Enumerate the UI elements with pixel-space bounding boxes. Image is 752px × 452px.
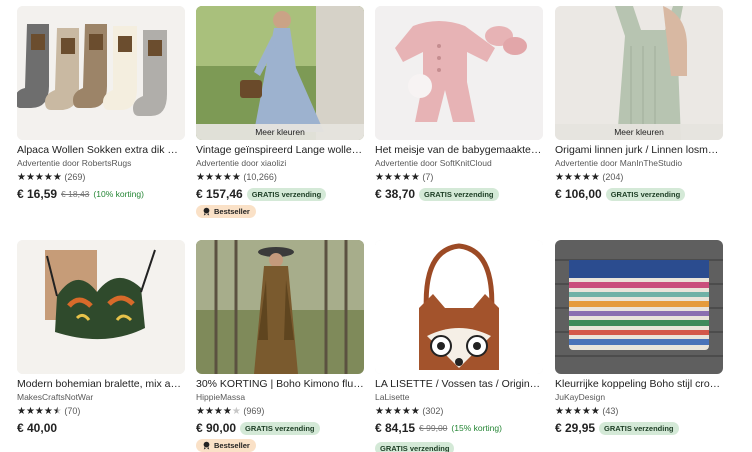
original-price: € 18,43 <box>61 189 90 199</box>
listing-title[interactable]: Modern bohemian bralette, mix and match <box>17 378 185 391</box>
rating: ★★★★★ (302) <box>375 405 543 418</box>
rating: ★★★★★ (70) <box>17 405 185 418</box>
rating-count: (204) <box>602 172 624 182</box>
listing-seller: Advertentie door ManInTheStudio <box>555 158 683 168</box>
rating: ★★★★★ (969) <box>196 405 364 418</box>
listing-title[interactable]: Het meisje van de babygemaakte outfit <box>375 144 543 157</box>
rating: ★★★★★ (269) <box>17 171 185 184</box>
listing-title[interactable]: Kleurrijke koppeling Boho stijl crossbod… <box>555 378 723 391</box>
product-image[interactable] <box>17 240 185 374</box>
star-rating-icon: ★★★★★ <box>17 172 62 183</box>
free-shipping-badge: GRATIS verzending <box>375 442 455 452</box>
star-rating-icon: ★★★★★ <box>555 406 600 417</box>
price: € 90,00 <box>196 421 237 435</box>
listing-card[interactable]: Meer kleuren Vintage geïnspireerd Lange … <box>196 6 364 221</box>
star-rating-icon: ★★★★★ <box>17 406 62 417</box>
rating-count: (7) <box>422 172 434 182</box>
listing-seller: Advertentie door RobertsRugs <box>17 158 132 168</box>
rating-count: (70) <box>64 406 81 416</box>
star-rating-icon: ★★★★★ <box>196 406 241 417</box>
product-image[interactable]: Meer kleuren <box>196 6 364 140</box>
rating-count: (969) <box>243 406 265 416</box>
free-shipping-badge: GRATIS verzending <box>246 187 327 201</box>
listing-card[interactable]: LA LISETTE / Vossen tas / Origineel ontw… <box>375 240 543 452</box>
free-shipping-badge: GRATIS verzending <box>240 421 320 435</box>
listing-title[interactable]: Vintage geïnspireerd Lange wollen jurk <box>196 144 364 157</box>
listing-card[interactable]: Modern bohemian bralette, mix and match … <box>17 240 185 435</box>
listing-card[interactable]: Het meisje van de babygemaakte outfit Ad… <box>375 6 543 201</box>
star-rating-icon: ★★★★★ <box>375 406 420 417</box>
product-image[interactable] <box>555 240 723 374</box>
rating: ★★★★★ (7) <box>375 171 543 184</box>
medal-icon <box>203 207 210 216</box>
discount-label: (15% korting) <box>451 423 502 433</box>
bestseller-badge: Bestseller <box>196 205 256 218</box>
bestseller-badge: Bestseller <box>196 439 256 452</box>
medal-icon <box>203 441 210 450</box>
rating-count: (269) <box>64 172 86 182</box>
star-rating-icon: ★★★★★ <box>375 172 420 183</box>
product-image[interactable]: Meer kleuren <box>555 6 723 140</box>
more-colors-label: Meer kleuren <box>555 124 723 140</box>
rating-count: (43) <box>602 406 619 416</box>
bestseller-label: Bestseller <box>214 441 250 450</box>
listing-card[interactable]: Meer kleuren Origami linnen jurk / Linne… <box>555 6 723 201</box>
listing-seller: Advertentie door SoftKnitCloud <box>375 158 492 168</box>
original-price: € 99,00 <box>419 423 448 433</box>
star-rating-icon: ★★★★★ <box>196 172 241 183</box>
product-image[interactable] <box>375 6 543 140</box>
listing-title[interactable]: 30% KORTING | Boho Kimono fluwelen lang <box>196 378 364 391</box>
price: € 106,00 <box>555 187 602 201</box>
listing-seller: Advertentie door xiaolizi <box>196 158 287 168</box>
price: € 38,70 <box>375 187 416 201</box>
rating: ★★★★★ (10,266) <box>196 171 364 184</box>
rating-count: (302) <box>422 406 444 416</box>
listing-title[interactable]: Origami linnen jurk / Linnen losmodel ju… <box>555 144 723 157</box>
free-shipping-badge: GRATIS verzending <box>599 421 679 435</box>
product-image[interactable] <box>17 6 185 140</box>
product-image[interactable] <box>196 240 364 374</box>
product-image[interactable] <box>375 240 543 374</box>
price: € 40,00 <box>17 421 58 435</box>
rating-count: (10,266) <box>243 172 277 182</box>
star-rating-icon: ★★★★★ <box>555 172 600 183</box>
rating: ★★★★★ (204) <box>555 171 723 184</box>
listing-card[interactable]: Kleurrijke koppeling Boho stijl crossbod… <box>555 240 723 435</box>
listing-card[interactable]: 30% KORTING | Boho Kimono fluwelen lang … <box>196 240 364 452</box>
price: € 16,59 <box>17 187 58 201</box>
bestseller-label: Bestseller <box>214 207 250 216</box>
listing-seller: JuKayDesign <box>555 392 606 402</box>
listing-seller: HippieMassa <box>196 392 246 402</box>
rating: ★★★★★ (43) <box>555 405 723 418</box>
listing-title[interactable]: LA LISETTE / Vossen tas / Origineel ontw… <box>375 378 543 391</box>
discount-label: (10% korting) <box>93 189 144 199</box>
listing-card[interactable]: Alpaca Wollen Sokken extra dik warm - Ha… <box>17 6 185 201</box>
listing-seller: MakesCraftsNotWar <box>17 392 94 402</box>
price: € 84,15 <box>375 421 416 435</box>
listing-title[interactable]: Alpaca Wollen Sokken extra dik warm - Ha… <box>17 144 185 157</box>
free-shipping-badge: GRATIS verzending <box>605 187 686 201</box>
free-shipping-badge: GRATIS verzending <box>419 187 499 201</box>
listing-seller: LaLisette <box>375 392 410 402</box>
price: € 29,95 <box>555 421 596 435</box>
more-colors-label: Meer kleuren <box>196 124 364 140</box>
price: € 157,46 <box>196 187 243 201</box>
